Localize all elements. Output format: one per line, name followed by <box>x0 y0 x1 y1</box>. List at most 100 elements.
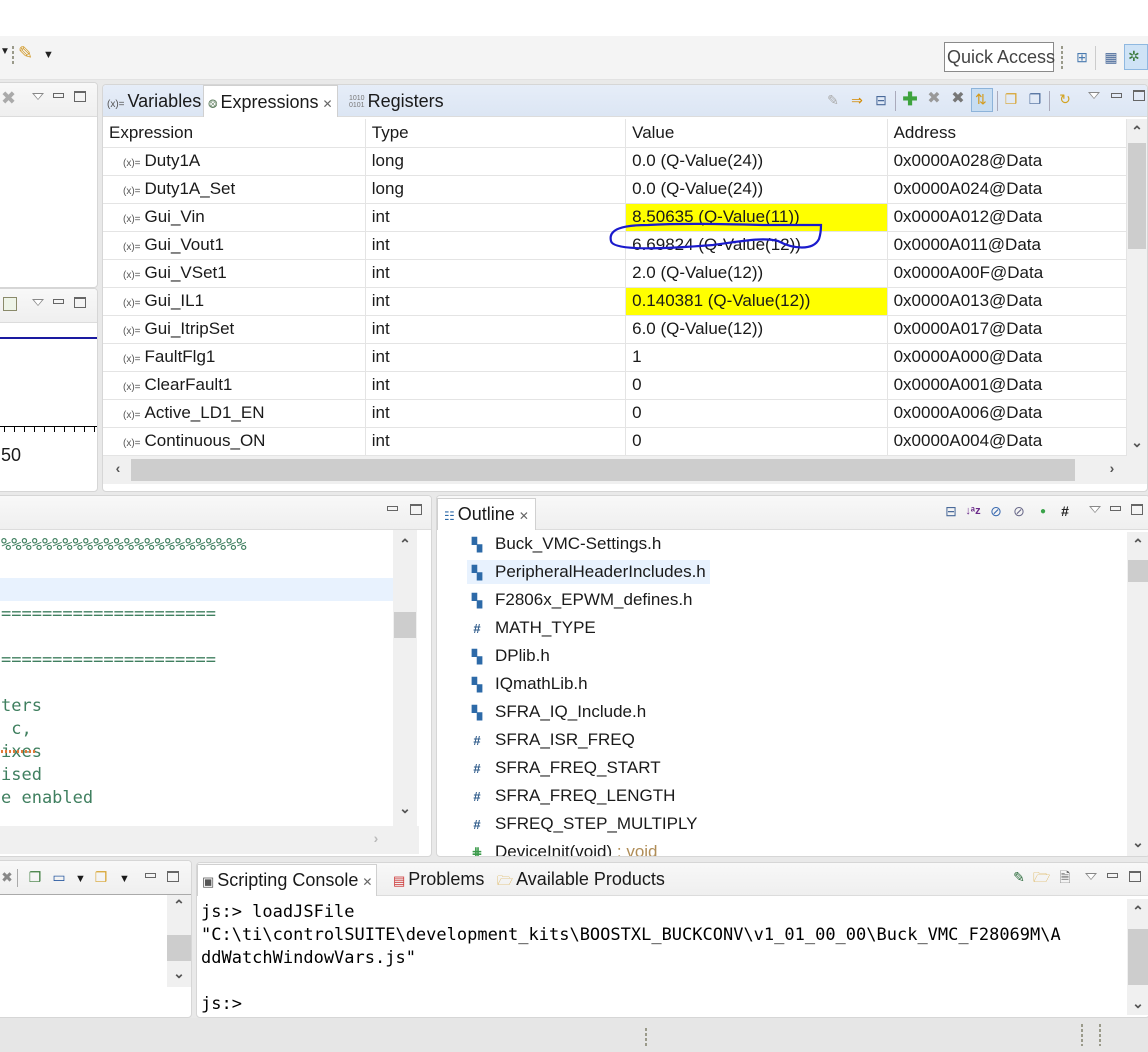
show-type-names-icon[interactable]: ✎ <box>825 92 841 108</box>
table-row[interactable]: (x)= ClearFault1 int 0 0x0000A001@Data <box>103 371 1127 400</box>
outline-item[interactable]: # SFRA_FREQ_START <box>467 756 665 780</box>
view-menu-icon[interactable] <box>32 93 44 100</box>
outline-item[interactable]: ▚ Buck_VMC-Settings.h <box>467 532 665 556</box>
add-expression-icon[interactable]: ✚ <box>902 90 918 108</box>
scroll-thumb[interactable] <box>1128 929 1148 985</box>
minimize-icon[interactable] <box>1107 873 1118 878</box>
scroll-thumb[interactable] <box>394 612 416 638</box>
outline-item[interactable]: # SFREQ_STEP_MULTIPLY <box>467 812 701 836</box>
open-file-icon[interactable]: 🗁 <box>1033 869 1050 885</box>
expression-cell[interactable]: (x)= FaultFlg1 <box>103 343 366 372</box>
minimize-icon[interactable] <box>1111 93 1122 98</box>
collapse-all-icon[interactable]: ⇒ <box>849 92 865 108</box>
scroll-up-icon[interactable]: ⌃ <box>1128 123 1146 140</box>
value-cell[interactable]: 0 <box>625 399 888 428</box>
export-icon[interactable]: ❐ <box>1027 91 1043 107</box>
close-tab-icon[interactable]: ✕ <box>519 509 529 523</box>
scroll-down-icon[interactable]: ⌄ <box>170 965 188 982</box>
value-cell[interactable]: 0.0 (Q-Value(24)) <box>625 175 888 204</box>
close-tab-icon[interactable]: ✕ <box>362 875 372 889</box>
scroll-up-icon[interactable]: ⌃ <box>1129 903 1147 920</box>
view-menu-icon[interactable] <box>32 299 44 306</box>
editor-horizontal-scrollbar[interactable]: › <box>0 826 419 854</box>
table-row[interactable]: (x)= Gui_IL1 int 0.140381 (Q-Value(12)) 0x00… <box>103 287 1127 316</box>
pen-dropdown-arrow-icon[interactable]: ▼ <box>43 49 54 61</box>
scroll-up-icon[interactable]: ⌃ <box>170 897 188 914</box>
column-header-address[interactable]: Address <box>887 119 1127 148</box>
expressions-horizontal-scrollbar[interactable]: ‹ › <box>103 456 1147 484</box>
minimize-icon[interactable] <box>1110 506 1121 511</box>
maximize-icon[interactable] <box>1129 871 1141 882</box>
display-dropdown-arrow-icon[interactable]: ▼ <box>75 873 86 885</box>
import-icon[interactable]: ❐ <box>1003 91 1019 107</box>
outline-item[interactable]: ▚ DPlib.h <box>467 644 554 668</box>
table-row[interactable]: (x)= FaultFlg1 int 1 0x0000A000@Data <box>103 343 1127 372</box>
remove-icon[interactable]: ✖ <box>0 869 15 885</box>
perspective-ccs-debug-button[interactable]: ✲ <box>1124 44 1148 70</box>
outline-item[interactable]: ▚ PeripheralHeaderIncludes.h <box>467 560 710 584</box>
minimize-icon[interactable] <box>145 873 156 878</box>
table-row[interactable]: (x)= Continuous_ON int 0 0x0000A004@Data <box>103 427 1127 456</box>
perspective-ccs-edit-icon[interactable]: ▦ <box>1103 49 1119 65</box>
tab-expressions[interactable]: ⨷ Expressions ✕ <box>203 85 338 117</box>
value-cell[interactable]: 2.0 (Q-Value(12)) <box>625 259 888 288</box>
view-menu-icon[interactable] <box>1088 92 1100 99</box>
expression-cell[interactable]: (x)= Gui_Vin <box>103 203 366 232</box>
collapse-all-icon[interactable]: ⊟ <box>943 503 959 519</box>
scroll-up-icon[interactable]: ⌃ <box>1129 536 1147 553</box>
table-row[interactable]: (x)= Active_LD1_EN int 0 0x0000A006@Data <box>103 399 1127 428</box>
display-icon[interactable]: ▭ <box>51 869 67 885</box>
pen-tool-icon[interactable]: ✎ <box>18 43 33 64</box>
new-script-icon[interactable]: ✎ <box>1011 869 1027 885</box>
editor-text[interactable]: %%%%%%%%%%%%%%%%%%%%%%%% ================… <box>1 534 247 810</box>
outline-item[interactable]: ⋕ DeviceInit(void) : void <box>467 840 662 856</box>
minimize-icon[interactable] <box>387 506 398 511</box>
value-cell[interactable]: 0.0 (Q-Value(24)) <box>625 147 888 176</box>
scroll-right-icon[interactable]: › <box>1103 460 1121 476</box>
expression-cell[interactable]: (x)= Gui_Vout1 <box>103 231 366 260</box>
maximize-icon[interactable] <box>74 91 86 102</box>
remove-all-icon[interactable]: ✖ <box>1 88 16 109</box>
minimize-icon[interactable] <box>53 93 64 98</box>
view-menu-icon[interactable] <box>1089 506 1101 513</box>
console-output[interactable]: js:> loadJSFile "C:\ti\controlSUITE\devel… <box>201 901 1061 1016</box>
value-cell[interactable]: 1 <box>625 343 888 372</box>
graph-legend-icon[interactable] <box>3 297 17 311</box>
console-vertical-scrollbar[interactable]: ⌃ ⌄ <box>1127 899 1148 1015</box>
tab-scripting-console[interactable]: ▣ Scripting Console ✕ <box>197 864 378 896</box>
table-row[interactable]: (x)= Gui_VSet1 int 2.0 (Q-Value(12)) 0x0000A… <box>103 259 1127 288</box>
open-perspective-icon[interactable]: ⊞ <box>1074 49 1090 65</box>
collapse-icon[interactable]: ⊟ <box>873 92 889 108</box>
outline-item[interactable]: # SFRA_ISR_FREQ <box>467 728 639 752</box>
outline-item[interactable]: ▚ IQmathLib.h <box>467 672 592 696</box>
table-row[interactable]: (x)= Duty1A long 0.0 (Q-Value(24)) 0x0000A02… <box>103 147 1127 176</box>
tab-registers[interactable]: 1010 0101 Registers <box>345 85 448 117</box>
remove-all-expressions-icon[interactable]: ✖ <box>950 91 966 107</box>
expression-cell[interactable]: (x)= Gui_VSet1 <box>103 259 366 288</box>
value-cell[interactable]: 6.0 (Q-Value(12)) <box>625 315 888 344</box>
dropdown-arrow-icon[interactable]: ▼ <box>0 46 10 57</box>
scroll-thumb[interactable] <box>131 459 1075 481</box>
minimize-icon[interactable] <box>53 299 64 304</box>
view-menu-icon[interactable] <box>1085 873 1097 880</box>
outline-item[interactable]: # SFRA_FREQ_LENGTH <box>467 784 679 808</box>
scroll-right-icon[interactable]: › <box>367 830 385 846</box>
tab-outline[interactable]: ☷ Outline ✕ <box>437 498 536 530</box>
hide-non-public-icon[interactable]: ● <box>1035 504 1051 520</box>
scroll-down-icon[interactable]: ⌄ <box>1129 995 1147 1012</box>
outline-item[interactable]: ▚ F2806x_EPWM_defines.h <box>467 588 697 612</box>
maximize-icon[interactable] <box>1133 90 1145 101</box>
tab-problems[interactable]: ▤ Problems <box>389 864 488 896</box>
table-row[interactable]: (x)= Duty1A_Set long 0.0 (Q-Value(24)) 0x000… <box>103 175 1127 204</box>
expression-cell[interactable]: (x)= Active_LD1_EN <box>103 399 366 428</box>
scroll-down-icon[interactable]: ⌄ <box>396 800 414 817</box>
clear-console-icon[interactable]: 🗎 <box>1057 869 1073 885</box>
refresh-all-icon[interactable]: ↻ <box>1057 91 1073 107</box>
outline-item[interactable]: ▚ SFRA_IQ_Include.h <box>467 700 650 724</box>
hide-macros-icon[interactable]: # <box>1057 503 1073 519</box>
expression-cell[interactable]: (x)= Duty1A <box>103 147 366 176</box>
outline-item[interactable]: # MATH_TYPE <box>467 616 600 640</box>
quick-access-input[interactable]: Quick Access <box>944 42 1055 72</box>
maximize-icon[interactable] <box>74 297 86 308</box>
table-row[interactable]: (x)= Gui_ItripSet int 6.0 (Q-Value(12)) 0x00… <box>103 315 1127 344</box>
